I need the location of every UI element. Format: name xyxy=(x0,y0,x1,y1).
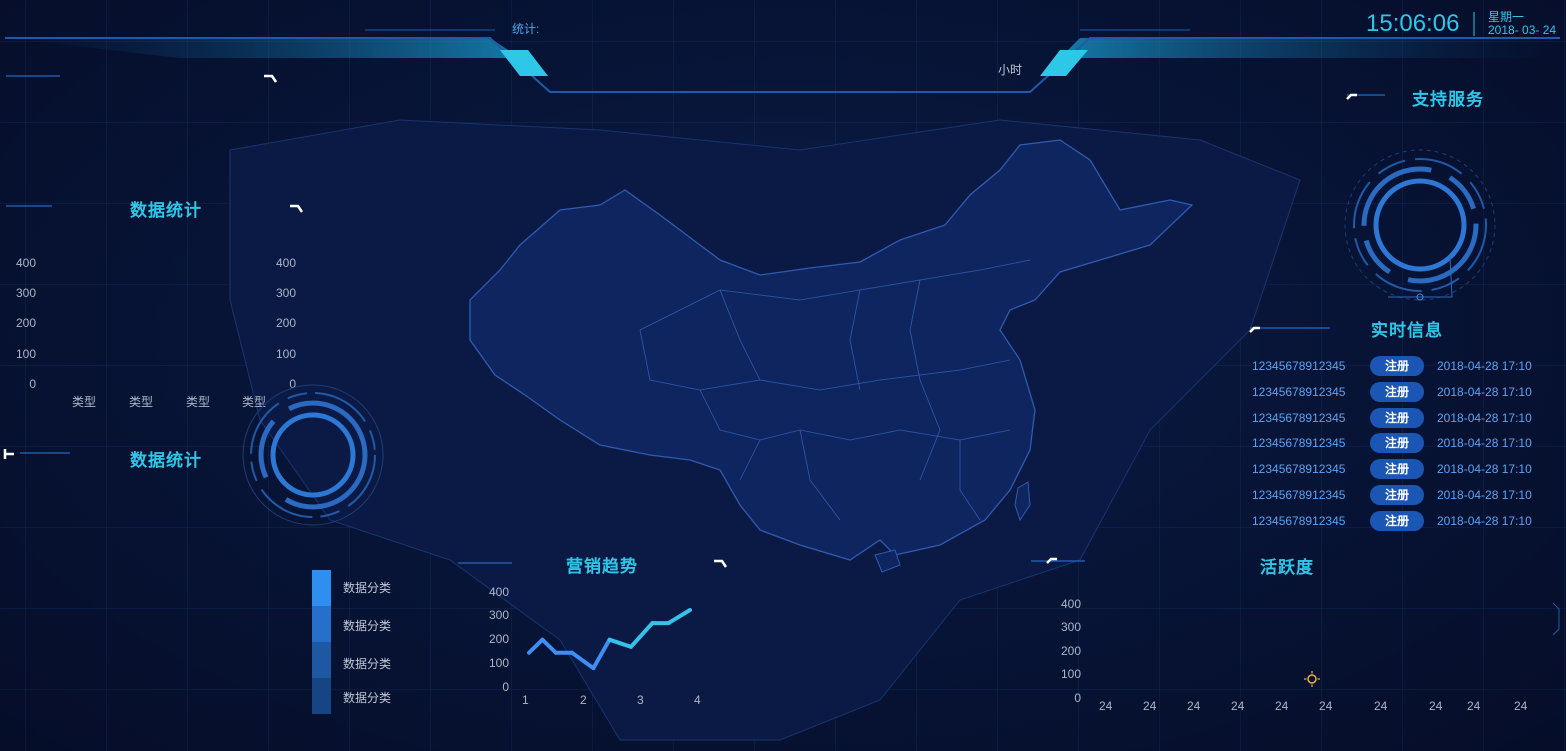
x-label: 24 xyxy=(1429,699,1443,713)
y-tick: 300 xyxy=(1060,620,1081,634)
trend-line-segment xyxy=(607,637,633,649)
register-button[interactable]: 注册 xyxy=(1370,356,1424,376)
x-label: 24 xyxy=(1143,699,1157,713)
row-id: 12345678912345 xyxy=(1252,384,1346,399)
x-label: 24 xyxy=(1514,699,1528,713)
y-tick: 100 xyxy=(1060,667,1081,681)
support-title: 支持服务 xyxy=(1412,90,1484,109)
trend-line-segment xyxy=(527,637,545,655)
activity-title: 活跃度 xyxy=(1260,558,1314,577)
x-label: 24 xyxy=(1099,699,1113,713)
register-button[interactable]: 注册 xyxy=(1370,407,1424,428)
register-button[interactable]: 注册 xyxy=(1370,381,1424,402)
realtime-title: 实时信息 xyxy=(1371,321,1443,340)
row-id: 12345678912345 xyxy=(1252,410,1346,425)
row-id: 12345678912345 xyxy=(1252,436,1346,451)
support-radar xyxy=(1344,149,1496,301)
register-button[interactable]: 注册 xyxy=(1370,510,1424,531)
register-button[interactable]: 注册 xyxy=(1370,433,1424,454)
x-label: 24 xyxy=(1467,699,1481,713)
row-time: 2018-04-28 17:10 xyxy=(1437,410,1532,425)
row-id: 12345678912345 xyxy=(1252,488,1346,502)
row-time: 2018-04-28 17:10 xyxy=(1437,436,1532,451)
register-button[interactable]: 注册 xyxy=(1370,459,1424,480)
row-id: 12345678912345 xyxy=(1252,513,1346,528)
trend-line-segment xyxy=(591,637,612,671)
x-label: 24 xyxy=(1231,699,1245,713)
x-label: 24 xyxy=(1187,699,1201,713)
row-id: 12345678912345 xyxy=(1252,359,1346,373)
row-time: 2018-04-28 17:10 xyxy=(1437,384,1532,399)
trend-line-segment xyxy=(666,608,692,626)
sun-icon xyxy=(1304,671,1320,687)
row-time: 2018-04-28 17:10 xyxy=(1437,488,1532,502)
row-id: 12345678912345 xyxy=(1252,462,1346,477)
x-label: 24 xyxy=(1319,699,1333,713)
y-tick: 200 xyxy=(1060,644,1081,658)
y-tick: 400 xyxy=(1060,597,1081,611)
trend-line-segment xyxy=(569,650,596,671)
x-label: 24 xyxy=(1275,699,1289,713)
row-time: 2018-04-28 17:10 xyxy=(1437,462,1532,477)
row-time: 2018-04-28 17:10 xyxy=(1437,359,1532,373)
x-label: 24 xyxy=(1374,699,1388,713)
trend-line-segment xyxy=(628,621,655,649)
register-button[interactable]: 注册 xyxy=(1370,485,1424,505)
row-time: 2018-04-28 17:10 xyxy=(1437,513,1532,528)
y-tick: 0 xyxy=(1074,691,1081,705)
trend-line-segment xyxy=(540,637,558,655)
